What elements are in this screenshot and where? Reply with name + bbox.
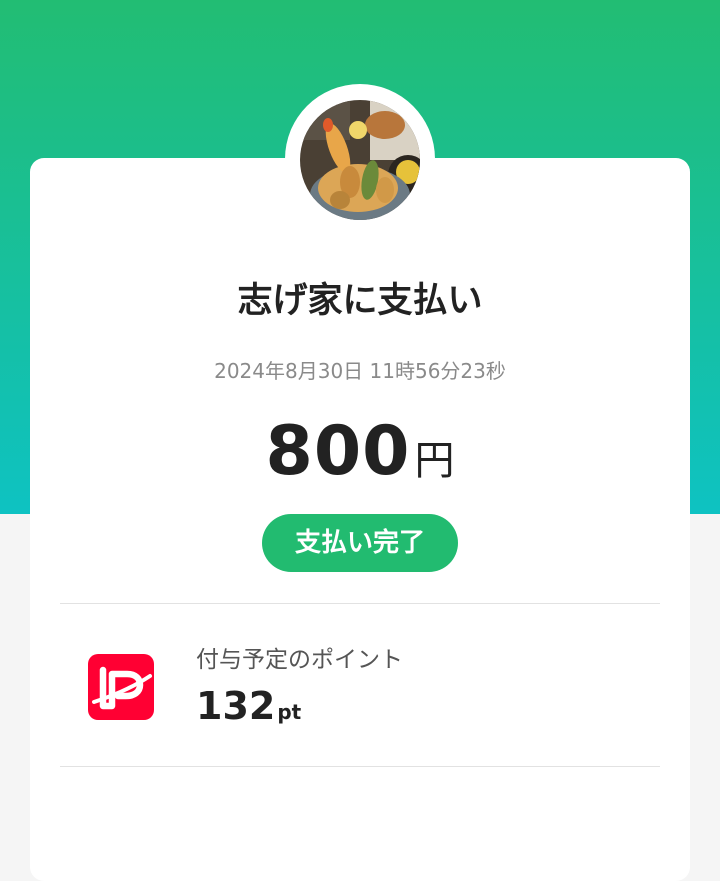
payment-amount: 800 円 bbox=[30, 412, 690, 491]
divider-bottom bbox=[60, 766, 660, 767]
payment-title: 志げ家に支払い bbox=[237, 281, 483, 321]
status-badge: 支払い完了 bbox=[262, 514, 458, 572]
points-label: 付与予定のポイント bbox=[196, 647, 403, 673]
amount-value: 800 bbox=[265, 412, 411, 491]
amount-currency-unit: 円 bbox=[414, 438, 455, 484]
paypay-logo-icon bbox=[88, 654, 154, 720]
divider-top bbox=[60, 603, 660, 604]
points-value: 132 bbox=[196, 684, 276, 728]
points-unit: pt bbox=[277, 700, 302, 724]
payment-datetime: 2024年8月30日 11時56分23秒 bbox=[214, 359, 506, 383]
tempura-food-photo-icon bbox=[300, 100, 420, 220]
store-avatar bbox=[300, 100, 420, 220]
points-amount: 132 pt bbox=[196, 684, 301, 728]
